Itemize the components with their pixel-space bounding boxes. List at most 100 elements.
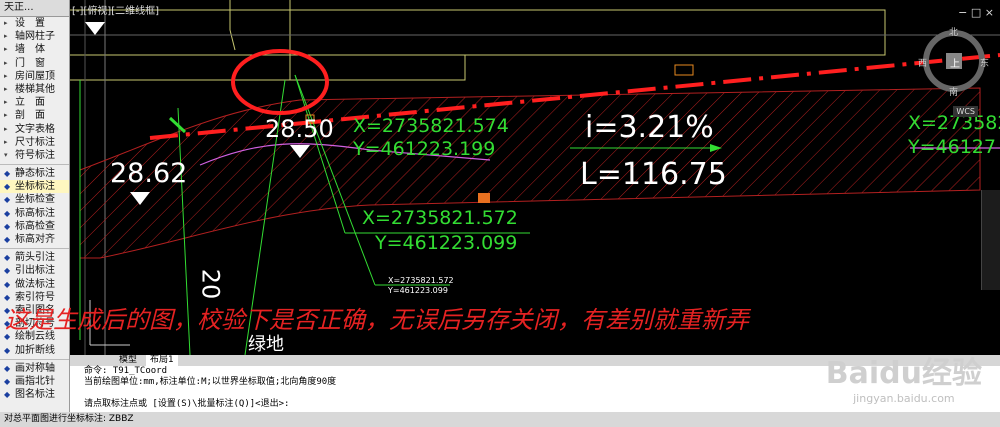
divider	[0, 248, 69, 250]
length-label: L=116.75	[580, 157, 727, 192]
tool-item[interactable]: ◆ 坐标检查	[0, 193, 69, 206]
tool-item-label: 引出标注	[15, 265, 55, 277]
elevation-icon: ◆	[4, 208, 11, 218]
pin-icon: ◆	[4, 169, 11, 179]
wcs-button[interactable]: WCS	[953, 106, 978, 117]
coord-2-y: Y=461223.099	[375, 232, 518, 254]
arrow-icon: ◆	[4, 253, 11, 263]
view-compass[interactable]: 北 南 东 西 上	[918, 25, 990, 98]
tool-item-label: 画对称轴	[15, 362, 55, 374]
menu-item[interactable]: ▸ 尺寸标注	[0, 136, 69, 149]
menu-item[interactable]: ▸ 房间屋顶	[0, 70, 69, 83]
expand-arrow-icon: ▸	[4, 98, 8, 107]
menu-item[interactable]: ▸ 设 置	[0, 17, 69, 30]
compass-east[interactable]: 东	[980, 56, 989, 69]
expand-arrow-icon: ▸	[4, 19, 8, 27]
expand-arrow-icon: ▸	[4, 124, 8, 133]
coord-2-x: X=2735821.572	[362, 207, 518, 229]
watermark-brand: Baidu经验	[825, 356, 982, 391]
tool-item-label: 画指北针	[15, 375, 55, 387]
tool-item[interactable]: ◆ 加折断线	[0, 344, 69, 357]
tab-model[interactable]: 模型	[115, 355, 141, 366]
divider	[0, 358, 69, 360]
tool-item-label: 做法标注	[15, 278, 55, 290]
elevation-label-mid: 28.50	[265, 115, 334, 143]
tool-item-label: 图名标注	[15, 389, 55, 401]
expand-arrow-icon: ▸	[4, 137, 8, 146]
expand-arrow-icon: ▸	[4, 32, 8, 41]
expand-arrow-icon: ▾	[4, 150, 8, 159]
expand-arrow-icon: ▸	[4, 84, 8, 93]
break-icon: ◆	[4, 345, 11, 355]
tool-item-label: 箭头引注	[15, 252, 55, 264]
menu-item[interactable]: ▸ 剖 面	[0, 109, 69, 122]
palette-title[interactable]: 天正...	[0, 0, 69, 17]
menu-item[interactable]: ▸ 墙 体	[0, 43, 69, 56]
expand-arrow-icon: ▸	[4, 71, 8, 80]
tool-item[interactable]: ◆ 做法标注	[0, 278, 69, 291]
menu-item-label: 文字表格	[15, 123, 55, 135]
drawing-tab-title[interactable]: [-][俯视][二维线框]	[72, 2, 159, 17]
compass-south[interactable]: 南	[949, 85, 958, 98]
axis-icon: ◆	[4, 363, 11, 373]
coordinate-icon: ◆	[4, 182, 11, 192]
tool-item[interactable]: ◆ 静态标注	[0, 167, 69, 180]
menu-item-label: 设 置	[15, 18, 45, 29]
menu-item-label: 门 窗	[15, 57, 45, 69]
coord-right-y: Y=46127	[908, 136, 996, 158]
tool-item[interactable]: ◆ 坐标标注	[0, 180, 69, 194]
menu-item-label: 符号标注	[15, 149, 55, 161]
coord-3-x: X=2735821.572	[388, 276, 454, 285]
method-icon: ◆	[4, 279, 11, 289]
watermark-url: jingyan.baidu.com	[853, 392, 955, 405]
menu-item[interactable]: ▾ 符号标注	[0, 149, 69, 162]
tool-item[interactable]: ◆ 标高对齐	[0, 233, 69, 246]
menu-item-label: 墙 体	[15, 44, 45, 56]
menu-item-label: 剖 面	[15, 110, 45, 122]
tool-item[interactable]: ◆ 标高检查	[0, 220, 69, 233]
menu-item-label: 尺寸标注	[15, 136, 55, 148]
leader-icon: ◆	[4, 266, 11, 276]
tool-item[interactable]: ◆ 画指北针	[0, 375, 69, 388]
compass-north[interactable]: 北	[949, 25, 958, 38]
tool-item-label: 静态标注	[15, 168, 55, 180]
tool-item[interactable]: ◆ 图名标注	[0, 388, 69, 401]
baidu-watermark: Baidu经验 jingyan.baidu.com	[826, 348, 982, 405]
coord-1-y: Y=461223.199	[353, 138, 496, 160]
check-icon: ◆	[4, 221, 11, 231]
menu-item-label: 立 面	[15, 97, 45, 109]
tool-item[interactable]: ◆ 箭头引注	[0, 251, 69, 264]
tab-layout1[interactable]: 布局1	[146, 355, 178, 366]
menu-item[interactable]: ▸ 立 面	[0, 96, 69, 109]
menu-item-label: 房间屋顶	[15, 70, 55, 82]
expand-arrow-icon: ▸	[4, 111, 8, 120]
menu-item[interactable]: ▸ 文字表格	[0, 123, 69, 136]
menu-item[interactable]: ▸ 轴网柱子	[0, 30, 69, 43]
window-controls[interactable]: − □ ×	[958, 6, 994, 19]
elevation-label-left: 28.62	[110, 158, 188, 189]
coord-3-y: Y=461223.099	[388, 286, 448, 295]
north-icon: ◆	[4, 376, 11, 386]
vertical-dim-label: 20	[196, 268, 225, 300]
menu-item-label: 轴网柱子	[15, 31, 55, 43]
compass-west[interactable]: 西	[918, 56, 927, 69]
tool-item-label: 标高标注	[15, 207, 55, 219]
menu-item-label: 楼梯其他	[15, 83, 55, 95]
tool-palette: 天正... ▸ 设 置 ▸ 轴网柱子 ▸ 墙 体 ▸ 门 窗 ▸ 房间屋顶 ▸ 楼梯其他 ▸ 立 面 ▸ 剖 …	[0, 0, 70, 412]
align-icon: ◆	[4, 235, 11, 244]
menu-item[interactable]: ▸ 楼梯其他	[0, 83, 69, 96]
compass-center[interactable]: 上	[950, 55, 960, 70]
tool-item[interactable]: ◆ 画对称轴	[0, 362, 69, 375]
instruction-annotation: 这是生成后的图，校验下是否正确，无误后另存关闭，有差别就重新弄	[5, 306, 749, 334]
slope-label: i=3.21%	[585, 110, 714, 145]
tool-item-label: 标高检查	[15, 220, 55, 232]
right-scrollbar[interactable]	[981, 190, 1000, 290]
menu-item[interactable]: ▸ 门 窗	[0, 57, 69, 70]
tool-item-label: 标高对齐	[15, 234, 55, 245]
tool-item[interactable]: ◆ 引出标注	[0, 264, 69, 277]
tool-item[interactable]: ◆ 标高标注	[0, 207, 69, 220]
check-icon: ◆	[4, 195, 11, 205]
title-icon: ◆	[4, 390, 11, 400]
tool-item-label: 坐标检查	[15, 194, 55, 206]
tool-item-label: 加折断线	[15, 344, 55, 356]
